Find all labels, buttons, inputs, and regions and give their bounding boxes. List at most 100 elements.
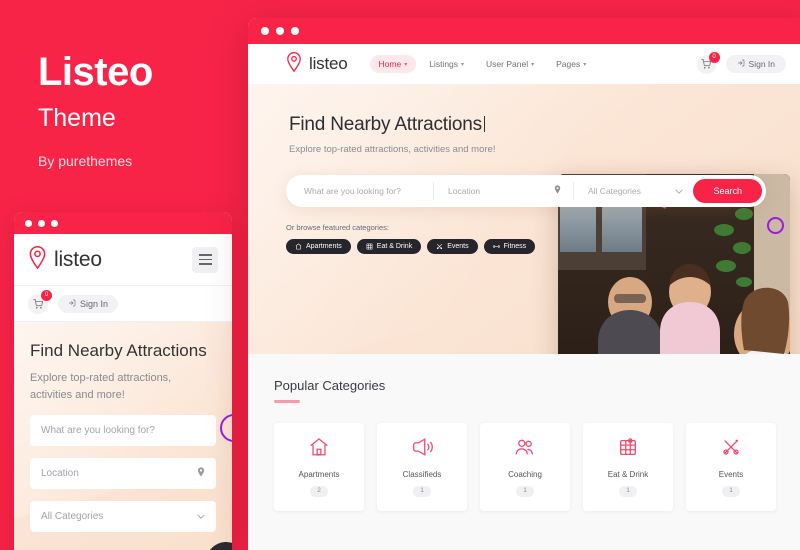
nav-item-pages-label: Pages <box>556 59 581 69</box>
window-dot-maximize[interactable] <box>291 27 299 35</box>
search-keyword-input[interactable]: What are you looking for? <box>286 181 434 200</box>
chevron-down-icon: ▾ <box>461 61 465 68</box>
category-name: Coaching <box>508 470 542 480</box>
window-dot-minimize[interactable] <box>276 27 284 35</box>
window-dot-close[interactable] <box>261 27 269 35</box>
tablet-signin-label: Sign In <box>80 298 109 309</box>
tablet-logo[interactable]: listeo <box>28 245 102 274</box>
title-underline <box>274 400 300 403</box>
search-category-value: All Categories <box>588 185 641 196</box>
nav-item-user-panel[interactable]: User Panel ▾ <box>477 55 543 73</box>
category-name: Eat & Drink <box>607 470 649 480</box>
tablet-signin-button[interactable]: Sign In <box>58 294 119 313</box>
category-card-events[interactable]: Events 1 <box>686 422 776 511</box>
tag-fitness[interactable]: Fitness <box>483 238 536 254</box>
tablet-subheader: 0 Sign In <box>14 286 232 322</box>
site-logo-text: listeo <box>309 54 348 73</box>
nav-item-pages[interactable]: Pages ▾ <box>547 55 595 73</box>
tablet-mockup: listeo 0 Sign In Find Nearby Attractions… <box>14 212 232 550</box>
site-logo[interactable]: listeo <box>286 51 348 77</box>
map-marker-icon <box>197 467 205 480</box>
tag-apartments[interactable]: Apartments <box>286 238 351 254</box>
login-icon <box>737 59 745 69</box>
decor-dark-blob <box>200 536 232 550</box>
window-dot-close[interactable] <box>25 219 32 227</box>
tablet-titlebar <box>14 212 232 234</box>
tablet-keyword-input[interactable]: What are you looking for? <box>30 415 216 447</box>
category-count: 2 <box>310 486 328 497</box>
promo-subtitle: Theme <box>38 104 116 132</box>
site-navbar: listeo Home ▾ Listings ▾ User Panel ▾ Pa… <box>248 44 800 84</box>
tablet-logo-text: listeo <box>54 247 102 271</box>
people-icon <box>514 436 536 463</box>
events-icon <box>720 436 742 463</box>
map-marker-icon <box>554 185 561 196</box>
main-menu: Home ▾ Listings ▾ User Panel ▾ Pages ▾ <box>369 55 596 73</box>
hero-search-bar: What are you looking for? Location All C… <box>286 174 766 207</box>
tag-events-label: Events <box>447 242 469 250</box>
cart-count-badge: 0 <box>708 51 720 63</box>
search-button[interactable]: Search <box>693 178 762 203</box>
browser-mockup: listeo Home ▾ Listings ▾ User Panel ▾ Pa… <box>248 18 800 550</box>
category-count: 1 <box>413 486 431 497</box>
tag-events[interactable]: Events <box>427 238 478 254</box>
tablet-category-select[interactable]: All Categories <box>30 501 216 533</box>
category-count: 1 <box>516 486 534 497</box>
promo-byline: By purethemes <box>38 153 133 169</box>
nav-item-listings-label: Listings <box>429 59 459 69</box>
cart-icon[interactable]: 0 <box>696 51 720 74</box>
decor-purple-ring <box>767 217 784 234</box>
chevron-down-icon <box>197 511 205 522</box>
popular-categories-title: Popular Categories <box>274 378 386 393</box>
hamburger-icon[interactable] <box>192 246 218 273</box>
tablet-hero: Find Nearby Attractions Explore top-rate… <box>14 322 232 550</box>
category-card-classifieds[interactable]: Classifieds 1 <box>377 422 467 511</box>
search-location-placeholder: Location <box>448 185 481 196</box>
tablet-keyword-placeholder: What are you looking for? <box>41 425 155 437</box>
chevron-down-icon: ▾ <box>404 61 408 68</box>
category-count: 1 <box>722 486 740 497</box>
window-dot-minimize[interactable] <box>38 219 45 227</box>
category-card-coaching[interactable]: Coaching 1 <box>480 422 570 511</box>
category-card-grid: Apartments 2 Classifieds 1 Coaching 1 Ea… <box>274 422 800 511</box>
nav-item-listings[interactable]: Listings ▾ <box>420 55 473 73</box>
category-name: Classifieds <box>402 470 442 480</box>
nav-item-home[interactable]: Home ▾ <box>369 55 417 73</box>
search-keyword-placeholder: What are you looking for? <box>304 185 401 196</box>
search-category-select[interactable]: All Categories <box>574 182 693 200</box>
nav-item-user-panel-label: User Panel <box>486 59 529 69</box>
cart-count-badge: 0 <box>41 289 52 301</box>
hero-title: Find Nearby Attractions <box>289 114 485 136</box>
cart-icon[interactable]: 0 <box>28 289 52 314</box>
map-pin-icon <box>286 51 302 77</box>
tag-eat-drink-label: Eat & Drink <box>376 242 413 250</box>
hero-section: Find Nearby Attractions Explore top-rate… <box>248 84 800 354</box>
category-card-apartments[interactable]: Apartments 2 <box>274 422 364 511</box>
tablet-location-placeholder: Location <box>41 468 79 480</box>
restaurant-icon <box>366 243 373 250</box>
tag-eat-drink[interactable]: Eat & Drink <box>356 238 422 254</box>
signin-button[interactable]: Sign In <box>725 55 786 73</box>
window-dot-maximize[interactable] <box>51 219 58 227</box>
browser-titlebar <box>248 18 800 44</box>
screenshot-root: Listeo Theme By purethemes listeo 0 Sign… <box>0 0 800 550</box>
login-icon <box>68 299 76 309</box>
home-icon <box>308 436 330 463</box>
popular-categories-section: Popular Categories Apartments 2 Classifi… <box>248 354 800 550</box>
hero-subtitle: Explore top-rated attractions, activitie… <box>289 144 496 155</box>
home-icon <box>295 243 302 250</box>
category-name: Apartments <box>298 470 340 480</box>
tag-fitness-label: Fitness <box>503 242 527 250</box>
tablet-location-input[interactable]: Location <box>30 458 216 490</box>
decor-purple-ring <box>220 414 232 442</box>
hero-copy: Find Nearby Attractions Explore top-rate… <box>248 84 548 158</box>
chevron-down-icon <box>675 186 684 196</box>
promo-title: Listeo <box>38 50 153 94</box>
tablet-header: listeo <box>14 234 232 286</box>
map-pin-icon <box>28 245 47 274</box>
category-card-eat-drink[interactable]: Eat & Drink 1 <box>583 422 673 511</box>
tablet-hero-title: Find Nearby Attractions <box>30 341 207 360</box>
navbar-actions: 0 Sign In <box>696 51 786 74</box>
chevron-down-icon: ▾ <box>583 61 587 68</box>
search-location-input[interactable]: Location <box>434 181 574 200</box>
